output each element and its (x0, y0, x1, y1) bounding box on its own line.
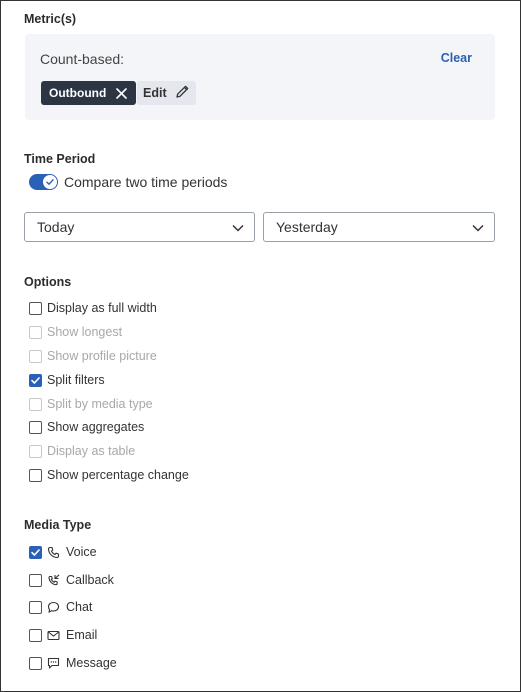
edit-label: Edit (143, 86, 167, 100)
close-icon[interactable] (116, 87, 128, 99)
checkbox (29, 325, 42, 339)
media-callback[interactable]: Callback (29, 572, 114, 588)
metric-chip-outbound: Outbound (41, 81, 137, 105)
edit-button[interactable]: Edit (137, 81, 196, 105)
checkbox[interactable] (29, 628, 42, 642)
settings-panel: Metric(s) Count-based: Clear Outbound Ed… (0, 0, 521, 692)
option-show-longest: Show longest (29, 324, 122, 340)
checkbox[interactable] (29, 600, 42, 614)
checkbox-checked[interactable] (29, 545, 42, 559)
option-show-percentage-change[interactable]: Show percentage change (29, 467, 189, 483)
compare-toggle-row: Compare two time periods (29, 174, 227, 190)
option-show-profile-picture: Show profile picture (29, 348, 157, 364)
envelope-icon (47, 629, 60, 642)
metrics-box: Count-based: Clear Outbound Edit (25, 34, 495, 120)
chevron-down-icon (472, 219, 484, 235)
options-title: Options (24, 275, 72, 289)
media-message[interactable]: Message (29, 655, 117, 671)
media-label: Voice (66, 545, 97, 559)
clear-button[interactable]: Clear (441, 51, 472, 65)
checkbox[interactable] (29, 420, 42, 434)
option-label: Split filters (47, 373, 105, 387)
option-label: Show percentage change (47, 468, 189, 482)
media-label: Chat (66, 600, 93, 614)
callback-icon (47, 573, 60, 587)
checkbox (29, 397, 42, 411)
option-label: Display as table (47, 444, 136, 458)
checkmark-icon (31, 548, 40, 556)
select-2-value: Yesterday (276, 219, 338, 235)
compare-toggle[interactable] (29, 174, 58, 190)
select-1-value: Today (37, 219, 75, 235)
option-display-full-width[interactable]: Display as full width (29, 300, 157, 316)
media-label: Message (66, 656, 117, 670)
media-chat[interactable]: Chat (29, 599, 92, 615)
option-label: Display as full width (47, 301, 157, 315)
check-icon (46, 179, 54, 185)
option-label: Show longest (47, 325, 123, 339)
chevron-down-icon (232, 219, 244, 235)
option-split-filters[interactable]: Split filters (29, 372, 105, 388)
message-icon (47, 657, 60, 670)
time-period-title: Time Period (24, 152, 96, 166)
media-type-title: Media Type (24, 518, 92, 532)
checkbox (29, 444, 42, 458)
time-period-select-1[interactable]: Today (24, 212, 255, 242)
checkbox[interactable] (29, 301, 42, 315)
chip-label: Outbound (49, 86, 107, 100)
option-show-aggregates[interactable]: Show aggregates (29, 419, 144, 435)
media-label: Callback (66, 573, 114, 587)
option-label: Show profile picture (47, 349, 157, 363)
pencil-icon (175, 84, 190, 102)
option-label: Split by media type (47, 397, 153, 411)
media-voice[interactable]: Voice (29, 544, 97, 560)
checkbox[interactable] (29, 656, 42, 670)
option-display-as-table: Display as table (29, 443, 135, 459)
checkbox (29, 349, 42, 363)
option-split-by-media-type: Split by media type (29, 396, 153, 412)
media-email[interactable]: Email (29, 627, 97, 643)
checkmark-icon (31, 376, 40, 384)
metrics-title: Metric(s) (24, 12, 77, 26)
time-period-select-2[interactable]: Yesterday (263, 212, 495, 242)
chat-bubble-icon (47, 601, 60, 614)
media-label: Email (66, 628, 98, 642)
checkbox[interactable] (29, 468, 42, 482)
checkbox-checked[interactable] (29, 373, 42, 387)
compare-toggle-label: Compare two time periods (64, 174, 228, 190)
phone-icon (47, 546, 60, 559)
count-based-label: Count-based: (40, 51, 125, 67)
option-label: Show aggregates (47, 420, 145, 434)
checkbox[interactable] (29, 573, 42, 587)
